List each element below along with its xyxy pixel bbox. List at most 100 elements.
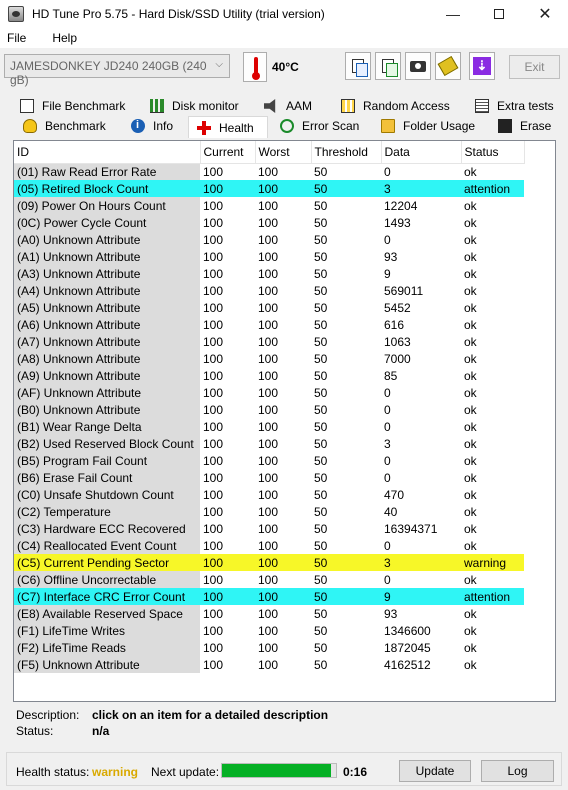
- cell-threshold: 50: [314, 249, 328, 264]
- table-row[interactable]: (B2) Used Reserved Block Count 100 100 50 3 o…: [14, 435, 524, 452]
- table-row[interactable]: (A8) Unknown Attribute 100 100 50 7000 ok: [14, 350, 524, 367]
- tab-error-scan[interactable]: Error Scan: [280, 116, 359, 136]
- table-row[interactable]: (A9) Unknown Attribute 100 100 50 85 ok: [14, 367, 524, 384]
- cell-current: 100: [203, 232, 224, 247]
- description-value: click on an item for a detailed descript…: [92, 708, 329, 722]
- status-panel: Health status: warning Next update: 0:16…: [6, 752, 562, 786]
- cell-status: attention: [461, 180, 524, 197]
- cell-threshold: 50: [314, 436, 328, 451]
- save-button[interactable]: ⇣: [469, 52, 495, 80]
- cell-status: ok: [464, 453, 477, 468]
- table-row[interactable]: (A1) Unknown Attribute 100 100 50 93 ok: [14, 248, 524, 265]
- table-row[interactable]: (C3) Hardware ECC Recovered 100 100 50 16394…: [14, 520, 524, 537]
- tab-random-access[interactable]: Random Access: [341, 96, 450, 116]
- minimize-button[interactable]: —: [430, 0, 476, 28]
- table-row[interactable]: (A4) Unknown Attribute 100 100 50 569011 ok: [14, 282, 524, 299]
- table-row[interactable]: (C4) Reallocated Event Count 100 100 50 0 ok: [14, 537, 524, 554]
- table-row[interactable]: (09) Power On Hours Count 100 100 50 12204 ok: [14, 197, 524, 214]
- cell-data: 1493: [384, 215, 411, 230]
- table-row[interactable]: (0C) Power Cycle Count 100 100 50 1493 ok: [14, 214, 524, 231]
- cell-status: ok: [464, 283, 477, 298]
- column-header-worst[interactable]: Worst: [255, 141, 312, 164]
- log-button[interactable]: Log: [481, 760, 554, 782]
- cell-worst: 100: [258, 351, 279, 366]
- menu-file[interactable]: File: [3, 31, 34, 45]
- cell-threshold: 50: [314, 266, 328, 281]
- thermometer-icon[interactable]: [243, 52, 267, 82]
- close-button[interactable]: ✕: [522, 0, 568, 28]
- table-row[interactable]: (A6) Unknown Attribute 100 100 50 616 ok: [14, 316, 524, 333]
- tab-folder-usage[interactable]: Folder Usage: [381, 116, 475, 136]
- maximize-button[interactable]: [476, 0, 522, 28]
- copy-text-button[interactable]: [345, 52, 371, 80]
- tab-health[interactable]: Health: [188, 116, 268, 138]
- table-row[interactable]: (AF) Unknown Attribute 100 100 50 0 ok: [14, 384, 524, 401]
- table-row[interactable]: (05) Retired Block Count 100 100 50 3 attenti…: [14, 180, 524, 197]
- table-row[interactable]: (C2) Temperature 100 100 50 40 ok: [14, 503, 524, 520]
- table-row[interactable]: (B6) Erase Fail Count 100 100 50 0 ok: [14, 469, 524, 486]
- tab-info[interactable]: Info: [131, 116, 173, 136]
- column-header-data[interactable]: Data: [381, 141, 462, 164]
- column-header-threshold[interactable]: Threshold: [311, 141, 382, 164]
- cell-worst: 100: [255, 588, 311, 605]
- table-row[interactable]: (E8) Available Reserved Space 100 100 50 93 o…: [14, 605, 524, 622]
- cell-threshold: 50: [314, 351, 328, 366]
- table-row[interactable]: (F1) LifeTime Writes 100 100 50 1346600 ok: [14, 622, 524, 639]
- tab-disk-monitor[interactable]: Disk monitor: [150, 96, 239, 116]
- table-row[interactable]: (A0) Unknown Attribute 100 100 50 0 ok: [14, 231, 524, 248]
- table-row[interactable]: (B0) Unknown Attribute 100 100 50 0 ok: [14, 401, 524, 418]
- table-row[interactable]: (B1) Wear Range Delta 100 100 50 0 ok: [14, 418, 524, 435]
- cell-status: ok: [464, 640, 477, 655]
- health-icon: [197, 120, 211, 135]
- cell-status: ok: [464, 419, 477, 434]
- drive-select[interactable]: JAMESDONKEY JD240 240GB (240 gB) ⌵: [4, 54, 230, 87]
- table-row[interactable]: (B5) Program Fail Count 100 100 50 0 ok: [14, 452, 524, 469]
- cell-threshold: 50: [314, 453, 328, 468]
- cell-data: 0: [384, 402, 391, 417]
- table-row[interactable]: (A5) Unknown Attribute 100 100 50 5452 ok: [14, 299, 524, 316]
- column-header-id[interactable]: ID: [14, 141, 201, 164]
- cell-current: 100: [203, 334, 224, 349]
- exit-button[interactable]: Exit: [509, 55, 560, 79]
- cell-worst: 100: [258, 657, 279, 672]
- tab-erase[interactable]: Erase: [498, 116, 551, 136]
- magnifier-icon: [280, 119, 294, 133]
- table-row[interactable]: (C5) Current Pending Sector 100 100 50 3 warn…: [14, 554, 524, 571]
- tab-extra-tests[interactable]: Extra tests: [475, 96, 554, 116]
- cell-id: (09) Power On Hours Count: [14, 197, 200, 214]
- update-button[interactable]: Update: [399, 760, 471, 782]
- table-row[interactable]: (C0) Unsafe Shutdown Count 100 100 50 470 ok: [14, 486, 524, 503]
- cell-current: 100: [203, 470, 224, 485]
- tab-benchmark[interactable]: Benchmark: [23, 116, 106, 136]
- tab-file-benchmark[interactable]: File Benchmark: [20, 96, 125, 116]
- table-row[interactable]: (A7) Unknown Attribute 100 100 50 1063 ok: [14, 333, 524, 350]
- cell-data: 3: [381, 180, 461, 197]
- cell-current: 100: [203, 300, 224, 315]
- cell-id: (C3) Hardware ECC Recovered: [14, 520, 200, 537]
- cell-current: 100: [203, 249, 224, 264]
- cell-status: ok: [464, 215, 477, 230]
- trash-icon: [498, 119, 512, 133]
- tab-aam[interactable]: AAM: [264, 96, 312, 116]
- menu-help[interactable]: Help: [48, 31, 85, 45]
- next-update-label: Next update:: [151, 765, 220, 779]
- screenshot-button[interactable]: [405, 52, 431, 80]
- chevron-down-icon: ⌵: [215, 59, 223, 70]
- table-row[interactable]: (F2) LifeTime Reads 100 100 50 1872045 ok: [14, 639, 524, 656]
- random-access-icon: [341, 99, 355, 113]
- speaker-icon: [264, 99, 276, 113]
- cell-status: ok: [464, 623, 477, 638]
- column-header-current[interactable]: Current: [200, 141, 256, 164]
- table-body: (01) Raw Read Error Rate 100 100 50 0 ok (05) …: [14, 163, 524, 673]
- options-button[interactable]: [435, 52, 461, 80]
- table-row[interactable]: (A3) Unknown Attribute 100 100 50 9 ok: [14, 265, 524, 282]
- column-header-status[interactable]: Status: [461, 141, 525, 164]
- table-row[interactable]: (01) Raw Read Error Rate 100 100 50 0 ok: [14, 163, 524, 180]
- table-row[interactable]: (C7) Interface CRC Error Count 100 100 50 9 a…: [14, 588, 524, 605]
- cell-id: (F2) LifeTime Reads: [14, 639, 200, 656]
- table-row[interactable]: (F5) Unknown Attribute 100 100 50 4162512 ok: [14, 656, 524, 673]
- copy-all-button[interactable]: [375, 52, 401, 80]
- cell-data: 0: [384, 232, 391, 247]
- cell-threshold: 50: [314, 317, 328, 332]
- table-row[interactable]: (C6) Offline Uncorrectable 100 100 50 0 ok: [14, 571, 524, 588]
